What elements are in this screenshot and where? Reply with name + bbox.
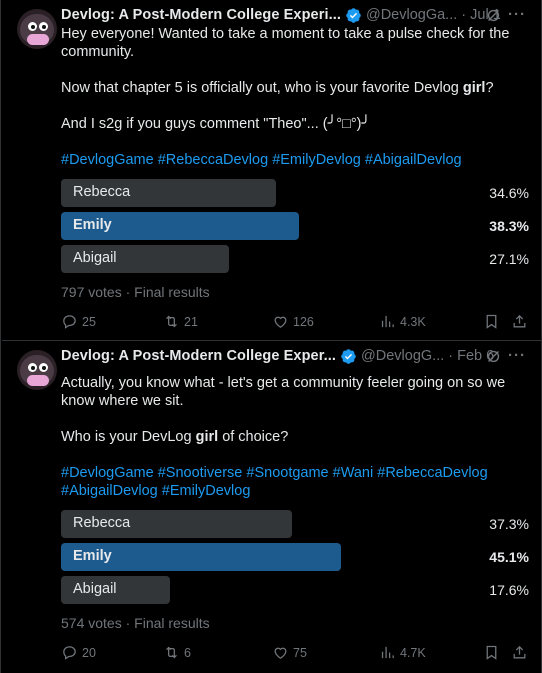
- views-count: 4.7K: [400, 645, 426, 660]
- more-options-button[interactable]: ···: [508, 347, 526, 364]
- text-line: Who is your DevLog: [61, 429, 192, 445]
- action-bar: 20 6 75 4.7K: [61, 644, 531, 664]
- hashtag-link[interactable]: #Snootiverse: [158, 465, 243, 481]
- retweet-count: 6: [184, 645, 191, 660]
- poll-option: Rebecca 34.6%: [61, 179, 531, 207]
- reply-count: 20: [82, 645, 96, 660]
- hashtag-link[interactable]: #DevlogGame: [61, 152, 154, 168]
- text-line: ?: [485, 80, 494, 96]
- bold-word: girl: [195, 429, 219, 445]
- poll-option-label: Abigail: [73, 581, 117, 597]
- separator-dot: ·: [461, 7, 467, 23]
- hashtag-link[interactable]: #AbigailDevlog: [365, 152, 462, 168]
- like-count: 75: [293, 645, 307, 660]
- action-bar: 25 21 126 4.3K: [61, 313, 531, 333]
- poll-option-percent: 38.3%: [489, 218, 529, 234]
- hashtag-link[interactable]: #Wani: [333, 465, 374, 481]
- bookmark-button[interactable]: [483, 644, 500, 661]
- poll-option: Emily 38.3%: [61, 212, 531, 240]
- poll-option-label: Rebecca: [73, 184, 131, 200]
- share-icon: [513, 645, 526, 659]
- poll-option-percent: 17.6%: [489, 582, 529, 598]
- reply-icon: [63, 646, 76, 660]
- share-button[interactable]: [511, 313, 528, 330]
- like-icon: [274, 316, 287, 328]
- bold-word: girl: [462, 80, 486, 96]
- bookmark-icon: [486, 645, 497, 660]
- reply-button[interactable]: 20: [61, 644, 96, 661]
- text-line: community.: [61, 44, 135, 60]
- text-line: Hey everyone! Wanted to take a moment to…: [61, 26, 510, 42]
- text-line: of choice?: [222, 429, 289, 445]
- poll: Rebecca 37.3% Emily 45.1% Abigail 17.6%: [61, 510, 531, 609]
- poll-option-percent: 45.1%: [489, 549, 529, 565]
- hashtag-link[interactable]: #AbigailDevlog: [61, 483, 158, 499]
- hashtag-link[interactable]: #EmilyDevlog: [272, 152, 361, 168]
- text-line: Actually, you know what - let's get a co…: [61, 375, 506, 391]
- share-icon: [513, 314, 526, 328]
- hashtag-link[interactable]: #RebeccaDevlog: [158, 152, 268, 168]
- tweet[interactable]: Devlog: A Post-Modern College Exper... @…: [2, 341, 542, 673]
- text-line: know where we sit.: [61, 393, 184, 409]
- text-line: And I s2g if you guys comment "Theo"... …: [61, 116, 371, 132]
- views-button[interactable]: 4.7K: [379, 644, 426, 661]
- poll-option-label: Emily: [73, 217, 112, 233]
- poll-votes: 797 votes · Final results: [61, 284, 210, 300]
- tweet-text: Actually, you know what - let's get a co…: [61, 374, 531, 500]
- poll: Rebecca 34.6% Emily 38.3% Abigail 27.1%: [61, 179, 531, 278]
- like-count: 126: [293, 314, 314, 329]
- author-name[interactable]: Devlog: A Post-Modern College Experi...: [61, 7, 341, 23]
- bookmark-icon: [486, 314, 497, 329]
- retweet-button[interactable]: 6: [163, 644, 191, 661]
- like-icon: [274, 647, 287, 659]
- more-options-button[interactable]: ···: [508, 6, 526, 23]
- verified-badge-icon: [341, 348, 356, 364]
- poll-votes: 574 votes · Final results: [61, 615, 210, 631]
- retweet-icon: [166, 315, 177, 328]
- avatar[interactable]: [17, 350, 57, 390]
- hashtag-link[interactable]: #DevlogGame: [61, 465, 154, 481]
- poll-option-label: Rebecca: [73, 515, 131, 531]
- tweet[interactable]: Devlog: A Post-Modern College Experi... …: [2, 0, 542, 341]
- author-name[interactable]: Devlog: A Post-Modern College Exper...: [61, 348, 336, 364]
- verified-badge-icon: [346, 7, 361, 23]
- bookmark-button[interactable]: [483, 313, 500, 330]
- hashtag-link[interactable]: #EmilyDevlog: [162, 483, 251, 499]
- tweet-header: Devlog: A Post-Modern College Experi... …: [61, 5, 536, 25]
- views-icon: [381, 646, 394, 659]
- text-line: Now that chapter 5 is officially out, wh…: [61, 80, 459, 96]
- retweet-icon: [166, 646, 177, 659]
- author-handle[interactable]: @DevlogGa...: [366, 7, 457, 23]
- poll-option: Abigail 27.1%: [61, 245, 531, 273]
- poll-option: Emily 45.1%: [61, 543, 531, 571]
- views-button[interactable]: 4.3K: [379, 313, 426, 330]
- like-button[interactable]: 126: [272, 313, 314, 330]
- poll-option-percent: 34.6%: [489, 185, 529, 201]
- separator-dot: ·: [448, 348, 454, 364]
- poll-option-label: Abigail: [73, 250, 117, 266]
- poll-option-label: Emily: [73, 548, 112, 564]
- author-handle[interactable]: @DevlogG...: [361, 348, 444, 364]
- poll-option: Abigail 17.6%: [61, 576, 531, 604]
- avatar[interactable]: [17, 9, 57, 49]
- views-count: 4.3K: [400, 314, 426, 329]
- poll-option-percent: 27.1%: [489, 251, 529, 267]
- like-button[interactable]: 75: [272, 644, 307, 661]
- views-icon: [381, 315, 394, 328]
- poll-option-percent: 37.3%: [489, 516, 529, 532]
- tweet-text: Hey everyone! Wanted to take a moment to…: [61, 25, 531, 169]
- reply-count: 25: [82, 314, 96, 329]
- grok-icon[interactable]: [485, 7, 502, 24]
- retweet-button[interactable]: 21: [163, 313, 198, 330]
- share-button[interactable]: [511, 644, 528, 661]
- hashtag-link[interactable]: #Snootgame: [246, 465, 328, 481]
- poll-option: Rebecca 37.3%: [61, 510, 531, 538]
- hashtag-link[interactable]: #RebeccaDevlog: [377, 465, 487, 481]
- tweet-header: Devlog: A Post-Modern College Exper... @…: [61, 346, 536, 366]
- reply-icon: [63, 315, 76, 329]
- retweet-count: 21: [184, 314, 198, 329]
- grok-icon[interactable]: [485, 348, 502, 365]
- reply-button[interactable]: 25: [61, 313, 96, 330]
- timeline: Devlog: A Post-Modern College Experi... …: [0, 0, 542, 673]
